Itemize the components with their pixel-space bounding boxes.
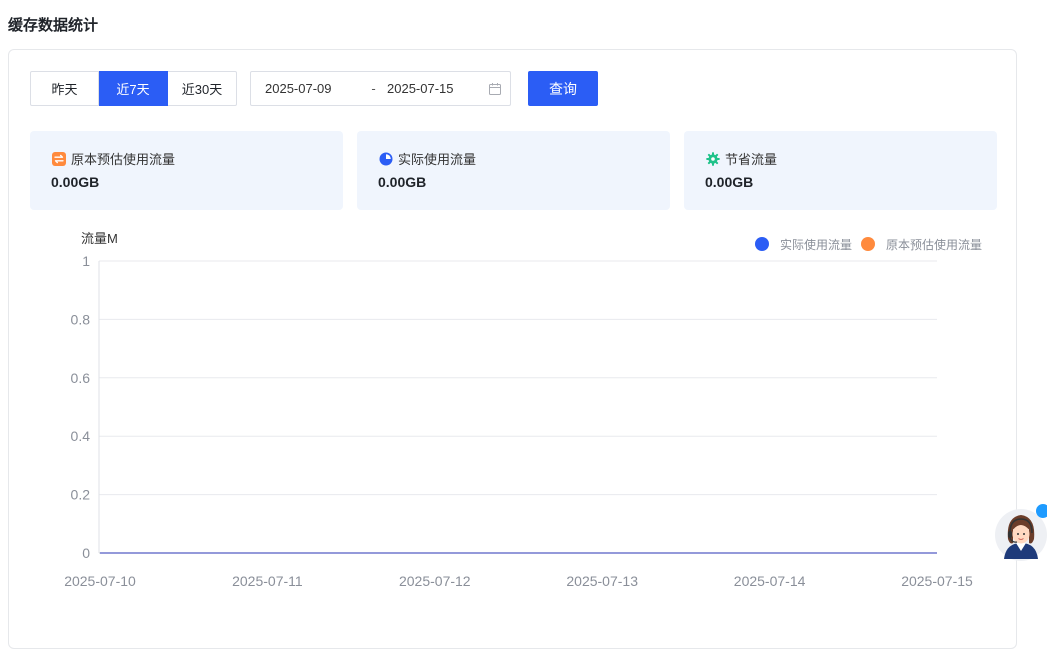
traffic-line-chart: 0 0.2 0.4 0.6 0.8 1 2025-07-10 2025-07-11 2025-0… xyxy=(64,231,982,589)
x-tick-label: 2025-07-15 xyxy=(901,573,973,589)
y-tick-label: 0.2 xyxy=(71,487,91,503)
y-tick-label: 0.4 xyxy=(71,428,91,444)
legend-marker xyxy=(755,237,769,251)
legend-label: 实际使用流量 xyxy=(780,237,852,252)
x-tick-label: 2025-07-12 xyxy=(399,573,471,589)
x-tick-label: 2025-07-10 xyxy=(64,573,136,589)
customer-service-avatar[interactable] xyxy=(994,503,1047,563)
legend-marker xyxy=(861,237,875,251)
x-tick-label: 2025-07-11 xyxy=(232,573,303,589)
y-tick-label: 1 xyxy=(82,253,90,269)
legend-label: 原本预估使用流量 xyxy=(886,237,982,252)
y-tick-label: 0 xyxy=(82,545,90,561)
y-axis-label: 流量M xyxy=(81,231,118,246)
y-tick-label: 0.8 xyxy=(71,311,91,327)
x-tick-label: 2025-07-13 xyxy=(566,573,638,589)
x-tick-label: 2025-07-14 xyxy=(734,573,806,589)
y-tick-label: 0.6 xyxy=(71,370,91,386)
